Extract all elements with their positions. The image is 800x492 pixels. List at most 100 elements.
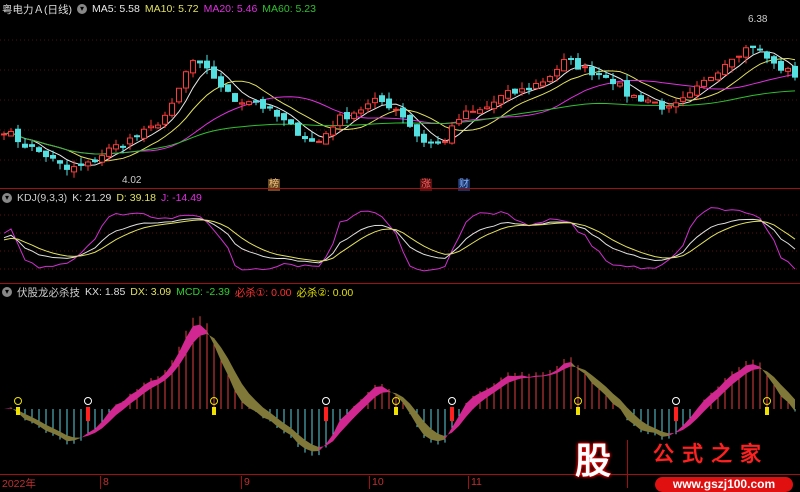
- candle: [43, 150, 49, 158]
- ribbon-segment: [228, 358, 235, 392]
- candle: [372, 97, 378, 104]
- ribbon-segment: [214, 338, 221, 362]
- candle: [722, 63, 728, 76]
- candle: [295, 122, 301, 136]
- signal-marker: [212, 407, 216, 415]
- candle: [197, 60, 203, 64]
- candle: [64, 164, 70, 170]
- signal-marker: [576, 407, 580, 415]
- ribbon-segment: [165, 364, 172, 381]
- ribbon-segment: [389, 390, 396, 396]
- ribbon-segment: [438, 433, 445, 442]
- candle: [526, 87, 532, 91]
- kdj-j-line: [3, 207, 796, 272]
- candle: [505, 90, 511, 99]
- candle: [302, 136, 308, 140]
- ribbon-segment: [375, 386, 382, 398]
- ribbon-segment: [417, 412, 424, 436]
- candle: [715, 72, 721, 81]
- candle: [659, 100, 665, 110]
- candle: [267, 106, 273, 109]
- tag-bang[interactable]: 榜: [268, 179, 280, 191]
- candle: [701, 79, 707, 87]
- price-chart[interactable]: 6.38 4.02: [0, 0, 800, 188]
- candle: [204, 60, 210, 69]
- candle: [421, 133, 427, 143]
- signal-marker: [674, 407, 678, 421]
- dx-value: DX: 3.09: [130, 286, 172, 298]
- candle: [729, 58, 735, 68]
- ribbon-segment: [627, 407, 634, 425]
- candle: [603, 74, 609, 78]
- candle: [645, 99, 651, 103]
- tag-cai[interactable]: 财: [458, 179, 470, 191]
- ribbon-segment: [46, 424, 53, 434]
- ribbon-segment: [361, 393, 368, 411]
- indicator-header: ▾ 伏股龙必杀技 KX: 1.85 DX: 3.09 MCD: -2.39 必杀…: [2, 285, 353, 299]
- signal-circle-icon: [322, 397, 330, 405]
- ribbon-segment: [697, 400, 704, 419]
- ribbon-segment: [788, 391, 795, 412]
- axis-label: 9: [241, 476, 250, 489]
- candle: [785, 67, 791, 72]
- logo-url: www.gszj100.com: [655, 477, 793, 492]
- tag-zhang[interactable]: 涨: [420, 179, 432, 191]
- ribbon-segment: [564, 361, 571, 370]
- candle: [743, 47, 749, 58]
- ribbon-segment: [382, 386, 389, 393]
- ribbon-segment: [354, 400, 361, 418]
- candle: [582, 66, 588, 69]
- ribbon-segment: [431, 428, 438, 442]
- candle: [512, 88, 518, 94]
- ribbon-segment: [179, 337, 186, 366]
- candle: [533, 82, 539, 89]
- candle: [162, 114, 168, 125]
- kdj-d-line: [3, 219, 796, 262]
- kdj-k-line: [3, 218, 796, 264]
- ribbon-segment: [39, 420, 46, 431]
- candle: [463, 110, 469, 120]
- ribbon-segment: [494, 380, 501, 393]
- ribbon-segment: [340, 413, 347, 433]
- candle: [407, 114, 413, 127]
- ribbon-segment: [599, 380, 606, 396]
- kdj-chart[interactable]: [0, 205, 800, 283]
- candle: [624, 80, 630, 97]
- ribbon-segment: [613, 393, 620, 409]
- ribbon-segment: [732, 370, 739, 385]
- logo-glyph: 股: [574, 440, 611, 481]
- candle: [561, 59, 567, 72]
- candle: [428, 141, 434, 144]
- ribbon-segment: [235, 371, 242, 403]
- axis-label: 10: [369, 476, 384, 489]
- bs1-value: 必杀①: 0.00: [234, 286, 292, 299]
- ribbon-segment: [410, 403, 417, 426]
- kdj-header: ▾ KDJ(9,3,3) K: 21.29 D: 39.18 J: -14.49: [2, 191, 202, 205]
- candle: [750, 45, 756, 48]
- ribbon-segment: [326, 434, 333, 446]
- candle: [673, 102, 679, 108]
- dropdown-icon[interactable]: ▾: [2, 287, 12, 297]
- candle: [351, 112, 357, 119]
- candle: [575, 58, 581, 70]
- candle: [771, 56, 777, 64]
- ribbon-segment: [256, 400, 263, 418]
- candle: [281, 113, 287, 121]
- candle: [155, 124, 161, 129]
- dropdown-icon[interactable]: ▾: [2, 193, 12, 203]
- candle: [169, 102, 175, 116]
- candle: [176, 87, 182, 103]
- ribbon-segment: [718, 380, 725, 399]
- ribbon-segment: [333, 420, 340, 442]
- ribbon-segment: [123, 395, 130, 410]
- ribbon-segment: [102, 412, 109, 429]
- kdj-d: D: 39.18: [116, 192, 157, 204]
- ribbon-segment: [725, 374, 732, 392]
- candle: [778, 60, 784, 71]
- candle: [358, 109, 364, 114]
- ribbon-segment: [67, 435, 74, 442]
- candle: [253, 100, 259, 103]
- signal-marker: [86, 407, 90, 421]
- candle: [596, 73, 602, 76]
- signal-marker: [324, 407, 328, 421]
